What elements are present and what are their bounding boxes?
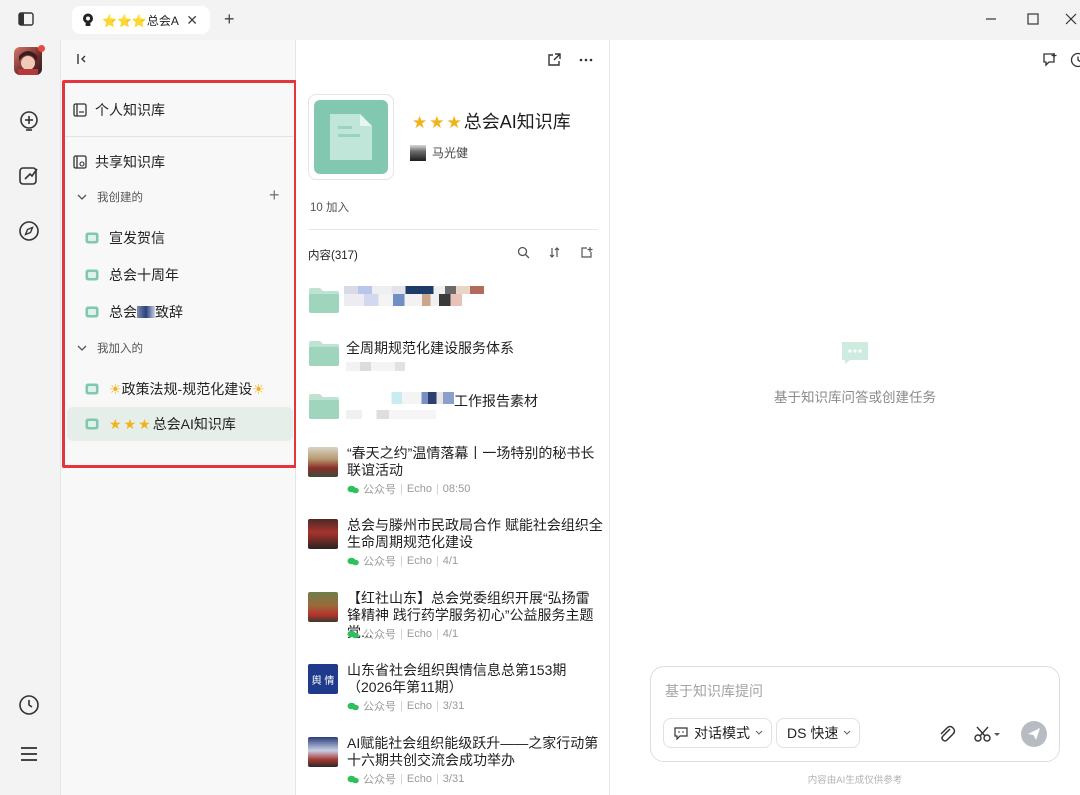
article-meta: 公众号 | Echo | 4/1 <box>347 553 458 569</box>
article-thumbnail <box>308 447 338 477</box>
ai-disclaimer: 内容由AI生成仅供参考 <box>807 775 903 786</box>
sort-icon[interactable] <box>548 246 561 259</box>
scissors-icon[interactable] <box>973 724 1003 744</box>
article-meta: 公众号 | Echo | 3/31 <box>347 698 464 714</box>
chevron-down-icon <box>755 730 763 735</box>
add-content-icon[interactable] <box>580 246 593 259</box>
article-title: 总会与滕州市民政局合作 赋能社会组织全生命周期规范化建设 <box>347 517 603 550</box>
highlight-annotation <box>62 80 297 468</box>
model-selector[interactable]: DS 快速 <box>776 718 861 748</box>
ask-input[interactable]: 基于知识库提问 <box>665 681 763 701</box>
article-meta: 公众号 | Echo | 08:50 <box>347 481 470 497</box>
notification-dot <box>38 45 45 52</box>
star-icon: ★ <box>412 113 428 132</box>
title-bar: ⭐⭐⭐总会AI知识库 ✕ + <box>0 0 1080 40</box>
redacted-text <box>344 294 488 306</box>
close-window-icon[interactable] <box>1064 12 1078 26</box>
chat-mode-icon <box>674 726 688 740</box>
folder-icon <box>309 394 339 419</box>
new-chat-icon[interactable] <box>18 110 40 132</box>
history-icon[interactable] <box>1070 52 1080 68</box>
divider <box>308 229 598 230</box>
attach-icon[interactable] <box>937 724 957 744</box>
kb-cover <box>308 94 394 180</box>
bulb-icon <box>83 13 93 26</box>
new-note-icon[interactable] <box>1042 52 1058 68</box>
article-meta: 公众号 | Echo | 4/1 <box>347 626 458 642</box>
article-thumbnail <box>308 519 338 549</box>
kb-detail-panel: ★ ★ ★ 总会AI知识库 马光健 10 加入 内容(317) 全周期规范化建设服务体… <box>296 40 610 795</box>
empty-state-text: 基于知识库问答或创建任务 <box>774 390 936 405</box>
collapse-sidebar-icon[interactable] <box>75 52 89 66</box>
folder-title: 工作报告素材 <box>454 393 538 409</box>
folder-title: 全周期规范化建设服务体系 <box>346 340 514 356</box>
tab-knowledge-base[interactable]: ⭐⭐⭐总会AI知识库 ✕ <box>72 6 210 34</box>
article-thumbnail: 舆 情 <box>308 664 338 694</box>
kb-title: ★ ★ ★ 总会AI知识库 <box>412 108 571 134</box>
wechat-icon <box>347 702 359 710</box>
kb-title-text: 总会AI知识库 <box>463 112 571 132</box>
maximize-icon[interactable] <box>1026 12 1040 26</box>
compass-icon[interactable] <box>18 220 40 242</box>
content-count: 内容(317) <box>308 250 358 262</box>
history-icon[interactable] <box>18 694 40 716</box>
article-meta: 公众号 | Echo | 3/31 <box>347 771 464 787</box>
article-thumbnail <box>308 737 338 767</box>
send-button[interactable] <box>1021 721 1047 747</box>
join-count: 10 加入 <box>310 202 349 214</box>
search-icon[interactable] <box>517 246 530 259</box>
new-tab-button[interactable]: + <box>224 10 235 28</box>
sidebar-toggle-icon[interactable] <box>18 12 34 26</box>
close-tab-icon[interactable]: ✕ <box>186 13 198 27</box>
article-title: “春天之约”温情落幕丨一场特别的秘书长联谊活动 <box>347 445 595 478</box>
knowledge-sidebar: 个人知识库 共享知识库 我创建的 + 宣发贺信 总会十周年 总会 致辞 我加入的 … <box>60 40 297 795</box>
edit-doc-icon[interactable] <box>18 165 40 187</box>
article-title: 山东省社会组织舆情信息总第153期（2026年第11期） <box>347 662 567 695</box>
star-icon: ★ <box>429 113 445 132</box>
document-icon <box>330 114 372 160</box>
redacted-text <box>346 392 454 404</box>
tab-title: ⭐⭐⭐总会AI知识库 <box>102 13 180 28</box>
chevron-down-icon <box>843 730 851 735</box>
model-label: DS 快速 <box>787 725 839 741</box>
redacted-text <box>346 410 436 419</box>
mode-selector[interactable]: 对话模式 <box>663 718 772 748</box>
owner-avatar <box>410 144 426 161</box>
minimize-icon[interactable] <box>984 12 998 26</box>
folder-icon <box>309 288 339 313</box>
avatar[interactable] <box>14 47 42 75</box>
mode-label: 对话模式 <box>694 725 750 741</box>
star-icon: ★ <box>446 113 462 132</box>
redacted-text <box>346 362 416 371</box>
chat-bubble-icon <box>842 342 868 364</box>
wechat-icon <box>347 485 359 493</box>
send-icon <box>1028 728 1040 740</box>
menu-icon[interactable] <box>18 743 40 765</box>
kb-owner[interactable]: 马光健 <box>410 144 468 161</box>
left-rail <box>0 40 60 795</box>
folder-icon <box>309 341 339 366</box>
wechat-icon <box>347 775 359 783</box>
owner-name: 马光健 <box>432 146 469 160</box>
article-thumbnail <box>308 592 338 622</box>
wechat-icon <box>347 557 359 565</box>
chat-panel: 基于知识库问答或创建任务 基于知识库提问 对话模式 DS 快速 内容由AI生成仅… <box>610 40 1080 795</box>
more-icon[interactable] <box>578 52 594 68</box>
article-title: AI赋能社会组织能级跃升——之家行动第十六期共创交流会成功举办 <box>347 735 599 768</box>
wechat-icon <box>347 630 359 638</box>
ask-input-box[interactable]: 基于知识库提问 对话模式 DS 快速 <box>650 666 1060 762</box>
share-icon[interactable] <box>546 52 562 68</box>
